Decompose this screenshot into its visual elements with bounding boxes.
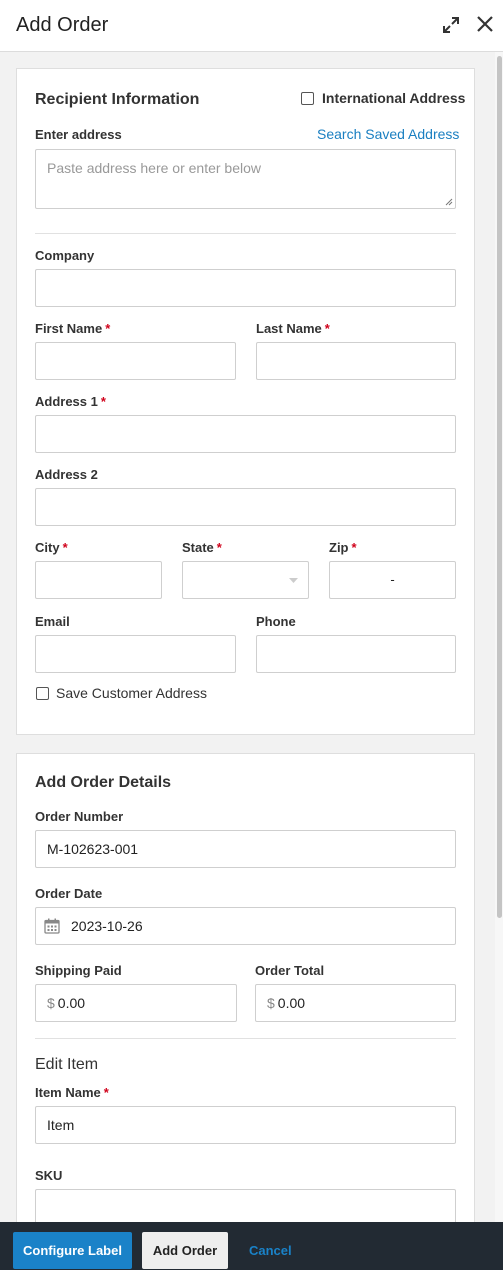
enter-address-label: Enter address [35, 127, 122, 142]
required-mark: * [324, 321, 330, 336]
first-name-input[interactable] [35, 342, 236, 380]
scrollbar-thumb[interactable] [497, 56, 502, 918]
city-input[interactable] [35, 561, 162, 599]
modal-footer: Configure Label Add Order Cancel [0, 1222, 503, 1270]
chevron-down-icon [289, 578, 298, 583]
zip-input[interactable]: - [329, 561, 456, 599]
required-mark: * [100, 394, 106, 409]
required-mark: * [62, 540, 68, 555]
required-mark: * [105, 321, 111, 336]
address-paste-input[interactable]: Paste address here or enter below [35, 149, 456, 209]
email-input[interactable] [35, 635, 236, 673]
item-name-input[interactable]: Item [35, 1106, 456, 1144]
phone-input[interactable] [256, 635, 456, 673]
zip-separator: - [390, 572, 395, 587]
order-number-label: Order Number [35, 809, 124, 824]
sku-input[interactable] [35, 1189, 456, 1222]
item-name-value: Item [47, 1117, 75, 1133]
divider [35, 1038, 456, 1039]
address1-input[interactable] [35, 415, 456, 453]
address-placeholder: Paste address here or enter below [47, 160, 262, 176]
address1-label: Address 1 * [35, 394, 106, 409]
dollar-icon: $ [267, 995, 275, 1011]
save-customer-checkbox[interactable] [36, 687, 49, 700]
cancel-link[interactable]: Cancel [249, 1243, 292, 1258]
order-number-value: M-102623-001 [47, 841, 139, 857]
calendar-icon[interactable] [44, 918, 60, 934]
phone-label: Phone [256, 614, 296, 629]
sku-label: SKU [35, 1168, 63, 1183]
edit-item-heading: Edit Item [35, 1056, 99, 1073]
order-total-value: 0.00 [277, 995, 306, 1011]
address2-input[interactable] [35, 488, 456, 526]
close-icon[interactable] [474, 13, 496, 35]
zip-label: Zip * [329, 540, 357, 555]
email-label: Email [35, 614, 70, 629]
shipping-paid-label: Shipping Paid [35, 963, 122, 978]
order-date-input[interactable]: 2023-10-26 [35, 907, 456, 945]
first-name-label: First Name * [35, 321, 111, 336]
add-order-button[interactable]: Add Order [142, 1232, 228, 1269]
shipping-paid-input[interactable]: $0.00 [35, 984, 237, 1022]
order-number-input[interactable]: M-102623-001 [35, 830, 456, 868]
shipping-paid-value: 0.00 [57, 995, 86, 1011]
save-customer-label: Save Customer Address [56, 685, 207, 701]
order-total-label: Order Total [255, 963, 325, 978]
configure-label-button[interactable]: Configure Label [13, 1232, 132, 1269]
state-select[interactable] [182, 561, 309, 599]
recipient-heading: Recipient Information [35, 91, 200, 108]
state-label: State * [182, 540, 222, 555]
last-name-label: Last Name * [256, 321, 330, 336]
divider [35, 233, 456, 234]
modal-body[interactable]: Recipient Information International Addr… [0, 52, 503, 1222]
recipient-card: Recipient Information International Addr… [16, 68, 475, 735]
order-details-card: Add Order Details Order Number M-102623-… [16, 753, 475, 1222]
required-mark: * [216, 540, 222, 555]
resize-handle-icon[interactable] [445, 198, 453, 206]
city-label: City * [35, 540, 68, 555]
company-input[interactable] [35, 269, 456, 307]
international-label: International Address [322, 90, 466, 106]
modal-header: Add Order [0, 0, 503, 52]
international-checkbox[interactable] [301, 92, 314, 105]
last-name-input[interactable] [256, 342, 456, 380]
order-date-label: Order Date [35, 886, 103, 901]
order-details-heading: Add Order Details [35, 774, 172, 791]
dollar-icon: $ [47, 995, 55, 1011]
search-saved-address-link[interactable]: Search Saved Address [317, 126, 459, 142]
company-label: Company [35, 248, 95, 263]
item-name-label: Item Name * [35, 1085, 109, 1100]
order-total-input[interactable]: $0.00 [255, 984, 456, 1022]
required-mark: * [103, 1085, 109, 1100]
order-date-value: 2023-10-26 [71, 918, 143, 934]
required-mark: * [351, 540, 357, 555]
modal-title: Add Order [16, 14, 109, 36]
address2-label: Address 2 [35, 467, 98, 482]
expand-icon[interactable] [441, 15, 461, 35]
